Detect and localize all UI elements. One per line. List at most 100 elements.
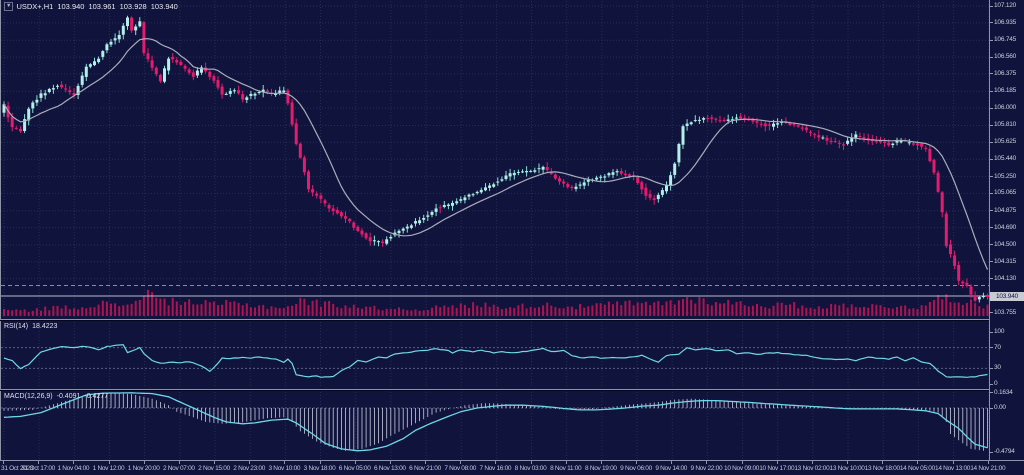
time-axis-label: 13 Nov 18:00 bbox=[865, 465, 900, 472]
time-axis-label: 6 Nov 21:00 bbox=[409, 465, 441, 472]
price-axis-label: 105.440 bbox=[994, 155, 1016, 162]
ohlc-open: 103.940 bbox=[57, 2, 84, 11]
price-axis-label: 105.065 bbox=[994, 189, 1016, 196]
price-axis-label: 106.745 bbox=[994, 36, 1016, 43]
axis-tick bbox=[990, 108, 993, 109]
macd-chart-svg[interactable] bbox=[1, 391, 990, 460]
time-axis-tick bbox=[812, 461, 813, 464]
axis-tick bbox=[990, 312, 993, 313]
axis-tick bbox=[990, 332, 993, 333]
chart-menu-marker-icon[interactable]: ▼ bbox=[4, 2, 13, 11]
axis-tick bbox=[990, 452, 993, 453]
axis-tick bbox=[990, 347, 993, 348]
time-axis-tick bbox=[425, 461, 426, 464]
price-axis-label: 106.935 bbox=[994, 19, 1016, 26]
time-axis-label: 14 Nov 21:00 bbox=[970, 465, 1005, 472]
time-axis-label: 14 Nov 05:00 bbox=[900, 465, 935, 472]
axis-tick bbox=[990, 73, 993, 74]
time-axis-tick bbox=[249, 461, 250, 464]
time-axis-label: 2 Nov 23:00 bbox=[233, 465, 265, 472]
time-axis-tick bbox=[742, 461, 743, 464]
time-axis-label: 7 Nov 16:00 bbox=[479, 465, 511, 472]
time-axis-label: 6 Nov 05:00 bbox=[339, 465, 371, 472]
time-axis-tick bbox=[531, 461, 532, 464]
time-axis-tick bbox=[109, 461, 110, 464]
price-axis-label: 104.690 bbox=[994, 224, 1016, 231]
price-axis-label: 104.315 bbox=[994, 258, 1016, 265]
macd-value-main: -0.4091 bbox=[57, 393, 81, 400]
rsi-name: RSI(14) bbox=[4, 323, 28, 330]
axis-tick bbox=[990, 392, 993, 393]
axis-tick bbox=[990, 40, 993, 41]
rsi-chart-svg[interactable] bbox=[1, 321, 990, 389]
price-axis-label: 105.810 bbox=[994, 121, 1016, 128]
rsi-value: 18.4223 bbox=[32, 323, 57, 330]
time-axis-tick bbox=[144, 461, 145, 464]
time-axis-label: 31 Oct 17:00 bbox=[21, 465, 55, 472]
time-axis-label: 6 Nov 13:00 bbox=[374, 465, 406, 472]
time-axis-tick bbox=[390, 461, 391, 464]
time-axis-tick bbox=[917, 461, 918, 464]
time-axis-tick bbox=[214, 461, 215, 464]
macd-indicator-pane[interactable]: MACD(12,26,9) -0.4091-0.4277 bbox=[0, 391, 1024, 460]
time-axis-tick bbox=[3, 461, 4, 464]
symbol-timeframe-label: USDX+,H1 bbox=[16, 2, 53, 11]
time-axis-label: 3 Nov 18:00 bbox=[304, 465, 336, 472]
axis-tick bbox=[990, 227, 993, 228]
rsi-indicator-pane[interactable]: RSI(14) 18.4223 bbox=[0, 321, 1024, 389]
time-axis-label: 13 Nov 10:00 bbox=[830, 465, 865, 472]
time-axis-tick bbox=[320, 461, 321, 464]
time-axis-label: 9 Nov 22:00 bbox=[691, 465, 723, 472]
price-axis-label: 106.000 bbox=[994, 104, 1016, 111]
time-axis-label: 2 Nov 07:00 bbox=[163, 465, 195, 472]
price-axis-label: 106.185 bbox=[994, 87, 1016, 94]
macd-axis-label: 0.1634 bbox=[994, 389, 1013, 396]
ohlc-high: 103.961 bbox=[88, 2, 115, 11]
time-axis-tick bbox=[882, 461, 883, 464]
rsi-label: RSI(14) 18.4223 bbox=[4, 323, 61, 330]
time-axis-tick bbox=[988, 461, 989, 464]
time-axis-tick bbox=[355, 461, 356, 464]
time-axis-tick bbox=[953, 461, 954, 464]
time-axis-tick bbox=[671, 461, 672, 464]
time-axis-label: 8 Nov 11:00 bbox=[550, 465, 581, 472]
time-axis-label: 13 Nov 02:00 bbox=[794, 465, 829, 472]
macd-value-signal: -0.4277 bbox=[84, 393, 108, 400]
candlestick-chart-svg[interactable] bbox=[1, 0, 990, 319]
price-axis-label: 103.755 bbox=[994, 309, 1016, 316]
macd-label: MACD(12,26,9) -0.4091-0.4277 bbox=[4, 393, 112, 400]
time-axis-label: 3 Nov 10:00 bbox=[268, 465, 300, 472]
macd-name: MACD(12,26,9) bbox=[4, 393, 53, 400]
time-axis-label: 2 Nov 15:00 bbox=[198, 465, 230, 472]
axis-tick bbox=[990, 125, 993, 126]
price-axis-label: 105.250 bbox=[994, 173, 1016, 180]
time-axis-tick bbox=[601, 461, 602, 464]
price-axis[interactable]: 107.120106.935106.745106.560106.375106.1… bbox=[989, 0, 1024, 461]
time-axis-tick bbox=[706, 461, 707, 464]
time-axis-tick bbox=[847, 461, 848, 464]
time-axis-label: 10 Nov 09:00 bbox=[724, 465, 759, 472]
price-axis-label: 105.625 bbox=[994, 138, 1016, 145]
axis-tick bbox=[990, 210, 993, 211]
price-chart-pane[interactable]: ▼USDX+,H1103.940103.961103.928103.940 bbox=[0, 0, 1024, 319]
time-axis-label: 8 Nov 19:00 bbox=[585, 465, 617, 472]
axis-tick bbox=[990, 176, 993, 177]
time-axis-tick bbox=[495, 461, 496, 464]
time-axis-tick bbox=[460, 461, 461, 464]
trading-chart-window: ▼USDX+,H1103.940103.961103.928103.940 RS… bbox=[0, 0, 1024, 475]
axis-tick bbox=[990, 193, 993, 194]
time-axis-label: 1 Nov 12:00 bbox=[93, 465, 125, 472]
price-axis-label: 104.130 bbox=[994, 275, 1016, 282]
time-axis-tick bbox=[179, 461, 180, 464]
axis-tick bbox=[990, 368, 993, 369]
rsi-axis-label: 100 bbox=[994, 328, 1004, 335]
price-axis-label: 104.875 bbox=[994, 207, 1016, 214]
price-axis-label: 104.500 bbox=[994, 241, 1016, 248]
time-axis-tick bbox=[636, 461, 637, 464]
chart-title: ▼USDX+,H1103.940103.961103.928103.940 bbox=[4, 2, 178, 11]
time-axis-tick bbox=[777, 461, 778, 464]
time-axis[interactable]: 31 Oct 202331 Oct 17:001 Nov 04:001 Nov … bbox=[0, 460, 1024, 475]
price-axis-label: 107.120 bbox=[994, 2, 1016, 9]
time-axis-label: 14 Nov 13:00 bbox=[935, 465, 970, 472]
axis-tick bbox=[990, 278, 993, 279]
